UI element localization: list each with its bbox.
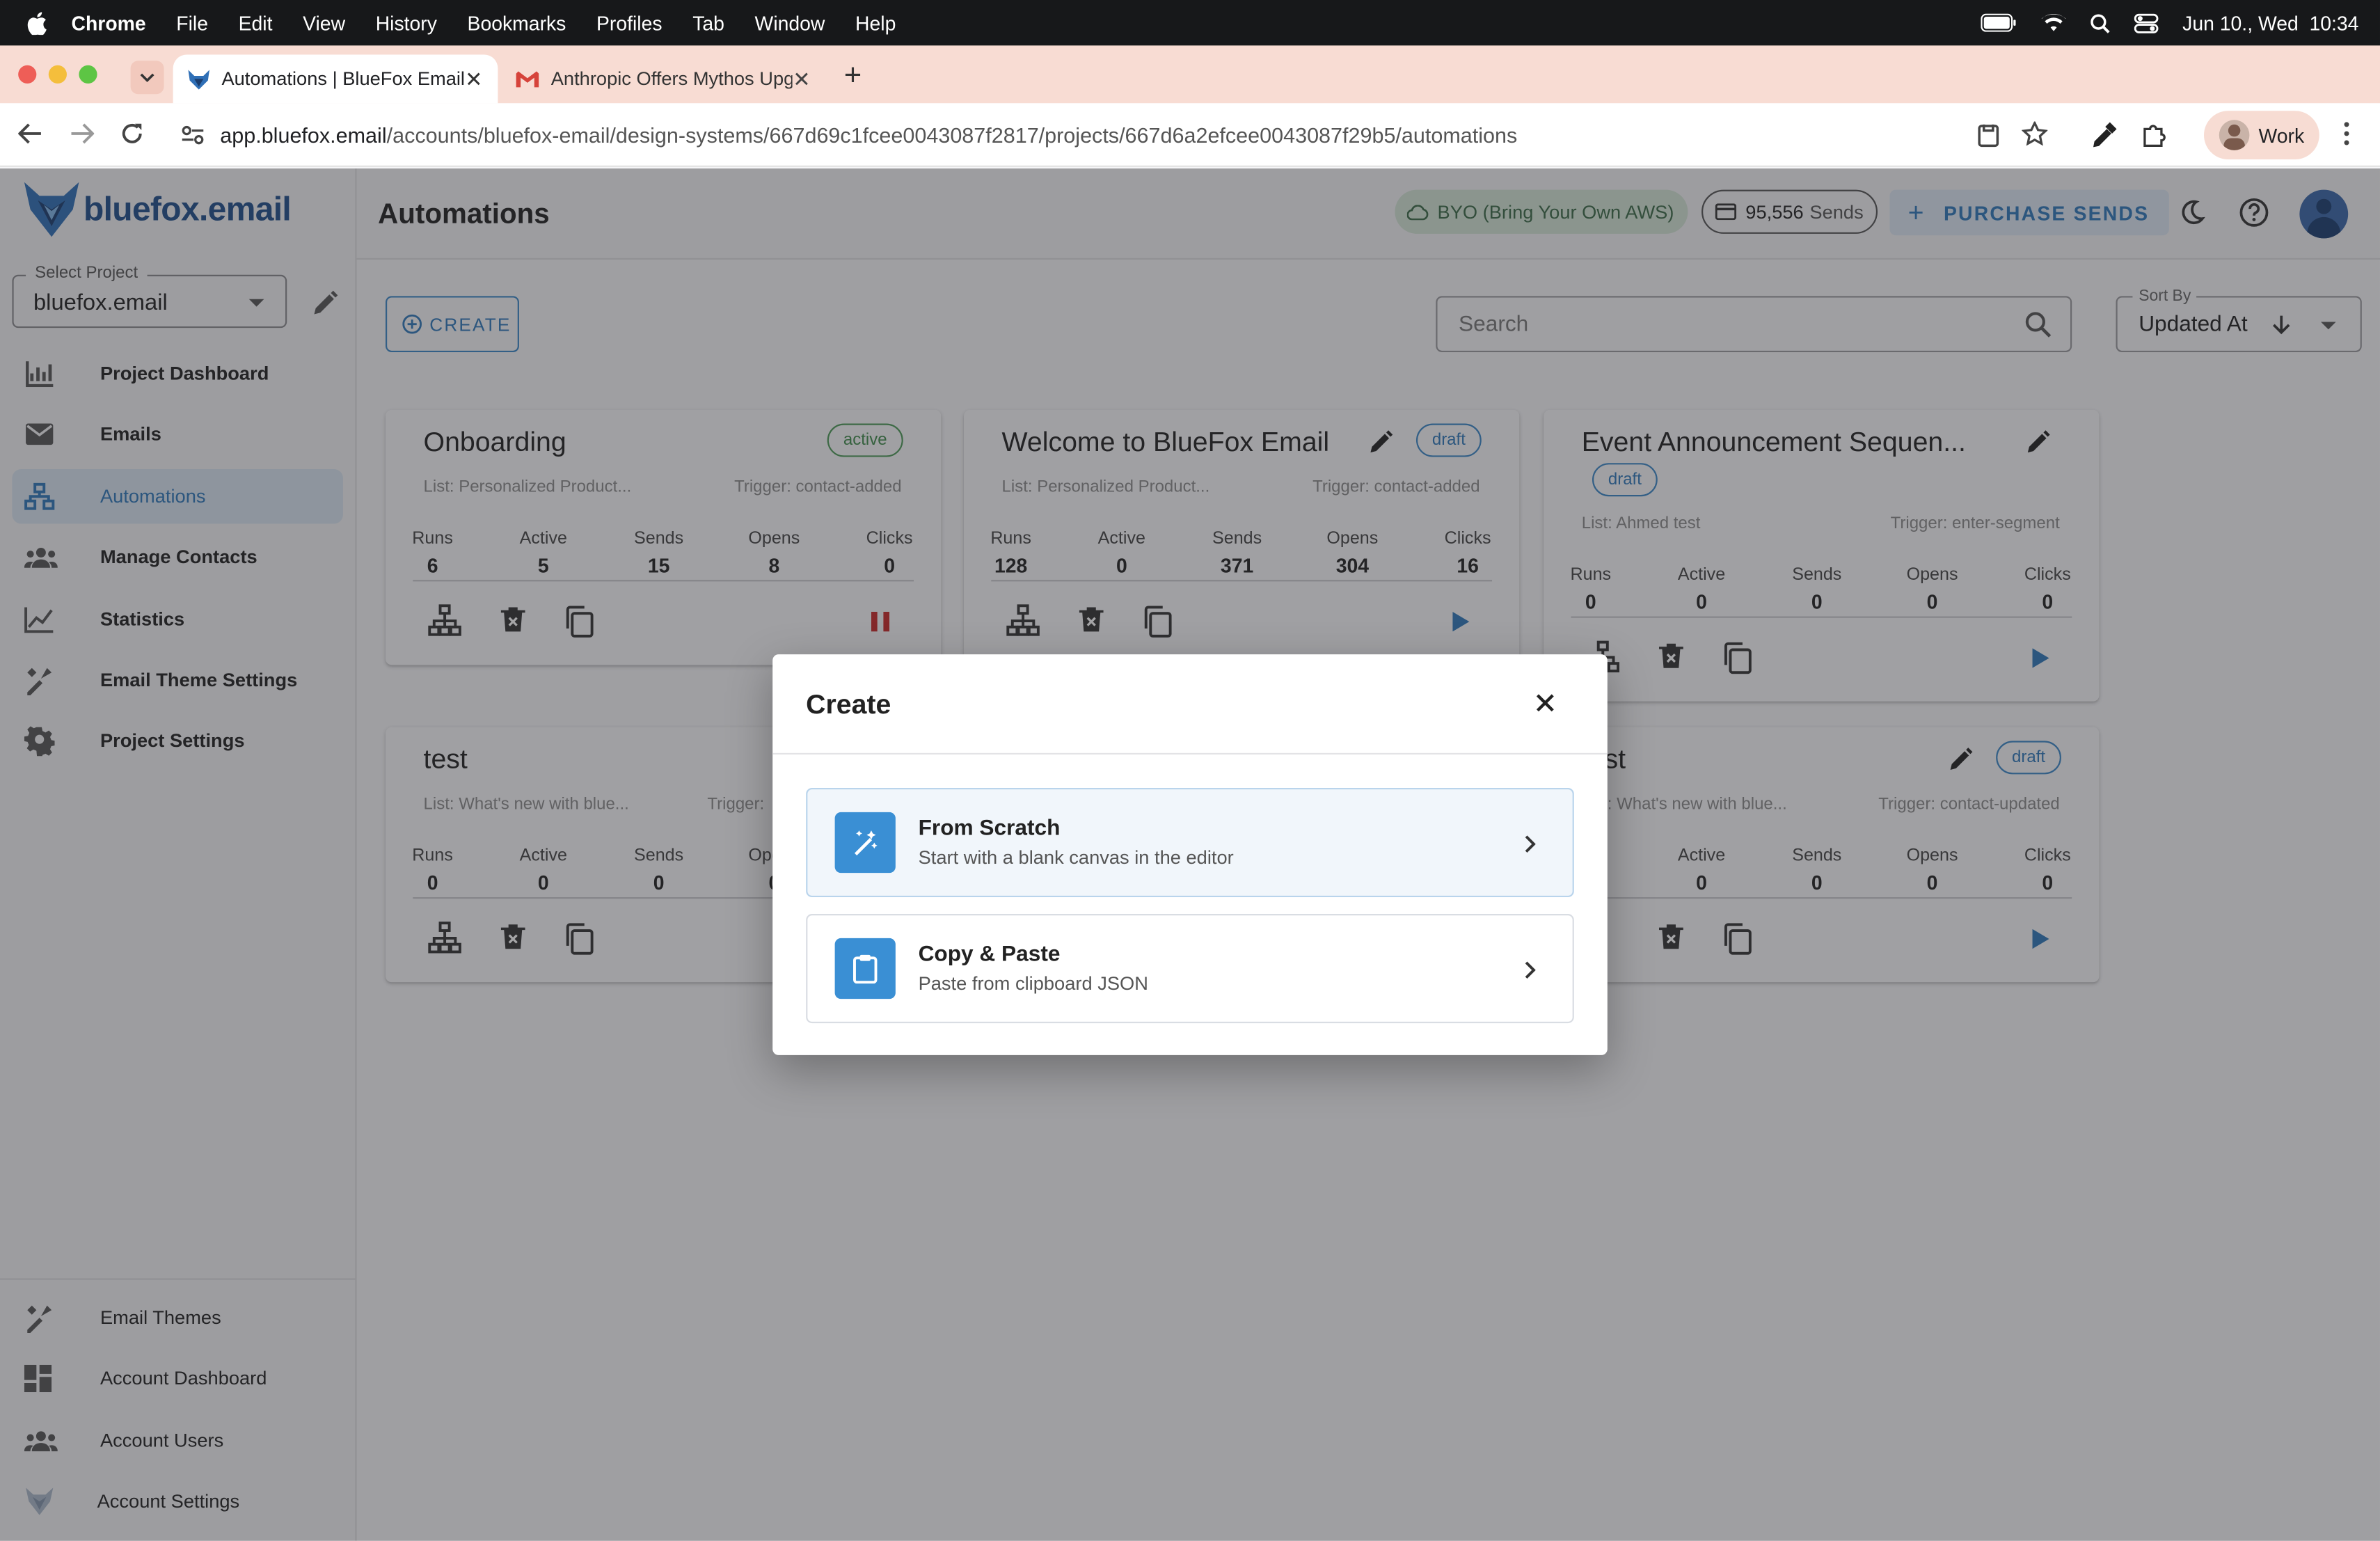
tab-gmail[interactable]: Anthropic Offers Mythos Upg ✕ <box>501 55 826 104</box>
window-close-button[interactable] <box>18 65 37 84</box>
reload-icon[interactable] <box>120 121 144 145</box>
chevron-right-icon <box>1524 835 1536 853</box>
gmail-favicon-icon <box>516 70 539 87</box>
option-title: From Scratch <box>918 816 1061 841</box>
tab-title: Automations | BlueFox Email <box>221 68 466 90</box>
menu-profiles[interactable]: Profiles <box>596 11 663 34</box>
window-minimize-button[interactable] <box>48 65 67 84</box>
menu-file[interactable]: File <box>176 11 208 34</box>
tab-title: Anthropic Offers Mythos Upg <box>550 68 793 90</box>
eyedropper-extension-icon[interactable] <box>2092 121 2118 148</box>
menu-view[interactable]: View <box>303 11 345 34</box>
tab-automations[interactable]: Automations | BlueFox Email ✕ <box>173 54 498 104</box>
url-path: /accounts/bluefox-email/design-systems/6… <box>386 123 1518 148</box>
profile-name: Work <box>2258 123 2305 147</box>
control-center-icon[interactable] <box>2134 13 2159 33</box>
wifi-icon[interactable] <box>2041 13 2066 32</box>
tab-close-icon[interactable]: ✕ <box>793 66 811 92</box>
option-subtitle: Start with a blank canvas in the editor <box>918 847 1234 869</box>
url-host: app.bluefox.email <box>220 123 387 148</box>
browser-menu-icon[interactable] <box>2344 121 2350 145</box>
option-subtitle: Paste from clipboard JSON <box>918 973 1148 995</box>
menu-bookmarks[interactable]: Bookmarks <box>468 11 566 34</box>
tab-close-icon[interactable]: ✕ <box>465 66 483 92</box>
profile-button[interactable]: Work <box>2203 111 2319 160</box>
chevron-right-icon <box>1524 961 1536 979</box>
battery-icon[interactable] <box>1981 13 2017 32</box>
browser-toolbar: app.bluefox.email /accounts/bluefox-emai… <box>0 103 2380 167</box>
clipboard-icon <box>834 938 896 999</box>
bluefox-favicon-icon <box>188 69 209 89</box>
dialog-title: Create <box>806 689 891 720</box>
back-icon[interactable] <box>18 123 42 145</box>
menu-window[interactable]: Window <box>755 11 825 34</box>
create-dialog: Create From Scratch Start with a blank c… <box>772 654 1608 1055</box>
copy-paste-option[interactable]: Copy & Paste Paste from clipboard JSON <box>806 914 1574 1024</box>
option-title: Copy & Paste <box>918 942 1061 967</box>
window-zoom-button[interactable] <box>79 65 97 84</box>
menu-app-name[interactable]: Chrome <box>72 11 146 34</box>
save-page-icon[interactable] <box>1976 123 2001 148</box>
macos-menu-bar: Chrome File Edit View History Bookmarks … <box>0 0 2380 46</box>
browser-tab-strip: Automations | BlueFox Email ✕ Anthropic … <box>0 45 2380 104</box>
from-scratch-option[interactable]: From Scratch Start with a blank canvas i… <box>806 788 1574 898</box>
close-icon[interactable] <box>1536 694 1554 712</box>
apple-icon[interactable] <box>27 11 47 35</box>
tab-search-chevron-icon[interactable] <box>130 61 164 95</box>
extensions-puzzle-icon[interactable] <box>2142 121 2168 148</box>
menu-edit[interactable]: Edit <box>239 11 273 34</box>
address-bar[interactable]: app.bluefox.email /accounts/bluefox-emai… <box>166 111 2074 160</box>
menu-clock[interactable]: Jun 10., Wed 10:34 <box>2182 11 2358 34</box>
menu-history[interactable]: History <box>376 11 437 34</box>
dialog-divider <box>772 752 1608 755</box>
magic-wand-icon <box>834 812 896 874</box>
menu-help[interactable]: Help <box>855 11 896 34</box>
new-tab-icon[interactable]: + <box>844 59 862 94</box>
site-info-icon[interactable] <box>181 125 205 146</box>
profile-avatar <box>2219 120 2250 150</box>
bookmark-star-icon[interactable] <box>2022 121 2048 146</box>
spotlight-search-icon[interactable] <box>2090 13 2110 33</box>
forward-icon[interactable] <box>70 123 95 145</box>
menu-tab[interactable]: Tab <box>692 11 724 34</box>
